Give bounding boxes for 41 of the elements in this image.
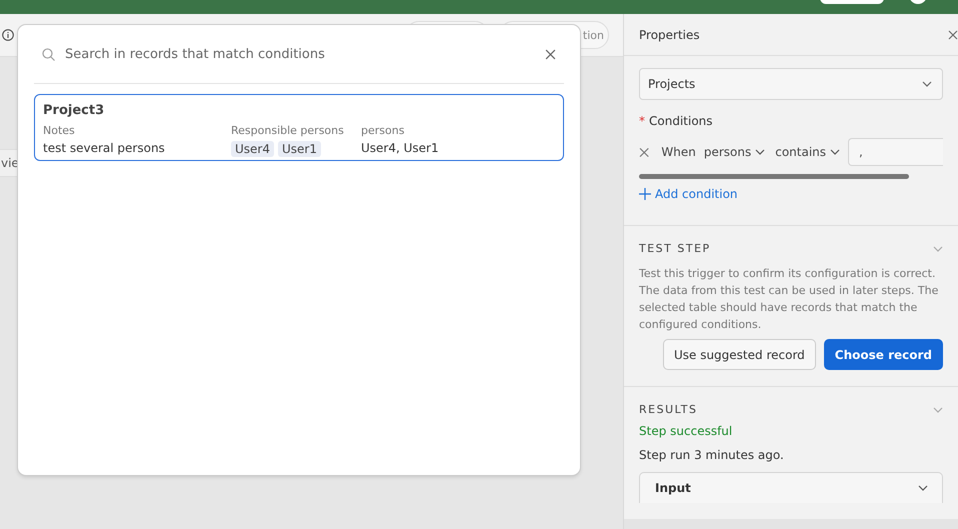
field-label: Notes	[43, 124, 76, 137]
search-icon	[42, 48, 55, 60]
field-dropdown[interactable]: persons	[702, 145, 768, 159]
condition-prefix: When	[661, 145, 696, 159]
operator-dropdown[interactable]: contains	[773, 145, 842, 159]
search-field[interactable]: Search in records that match conditions	[63, 46, 537, 62]
user-tag: User4	[231, 141, 274, 157]
section-heading: RESULTS	[639, 403, 698, 416]
plus-icon	[639, 188, 651, 200]
scrollbar-thumb[interactable]	[639, 174, 909, 179]
user-tag: User1	[278, 141, 321, 157]
field-label: persons	[361, 124, 406, 137]
input-panel[interactable]: Input	[639, 472, 943, 503]
chevron-down-icon	[933, 406, 943, 412]
value-field[interactable]: ,	[848, 138, 943, 166]
status-text: Step successful	[639, 424, 734, 438]
add-condition-link[interactable]: Add condition	[639, 187, 943, 201]
close-icon[interactable]	[545, 48, 556, 60]
record-title: Project3	[43, 103, 106, 118]
section-heading: TEST STEP	[639, 242, 711, 255]
required-mark: *	[639, 114, 645, 128]
chevron-down-icon	[922, 81, 932, 87]
panel-title: Properties	[639, 28, 700, 42]
section-description: Test this trigger to confirm its configuration is correct. The data from this test can be used in later steps. The selected table should have records that match the configured conditions.	[639, 266, 940, 333]
chevron-down-icon	[830, 149, 840, 155]
chevron-down-icon	[918, 485, 928, 491]
table-select[interactable]: Projects	[639, 68, 943, 100]
suggested-record-button[interactable]: Use suggested record	[662, 339, 816, 370]
info-icon[interactable]	[2, 29, 14, 41]
remove-icon[interactable]	[639, 146, 650, 158]
close-icon[interactable]	[948, 30, 958, 40]
conditions-label: Conditions	[649, 114, 713, 128]
choose-record-button[interactable]: Choose record	[824, 339, 943, 370]
record-card[interactable]: Project3 Notes Responsible persons persons test several persons User4 User1 User4, User1	[34, 94, 564, 161]
field-value: test several persons	[43, 141, 166, 157]
chevron-down-icon	[755, 149, 766, 155]
horizontal-scrollbar[interactable]	[624, 519, 958, 529]
field-value: User4, User1	[361, 141, 440, 157]
field-label: Responsible persons	[231, 124, 345, 137]
run-info: Step run 3 minutes ago.	[639, 448, 785, 462]
chevron-down-icon	[933, 246, 943, 252]
